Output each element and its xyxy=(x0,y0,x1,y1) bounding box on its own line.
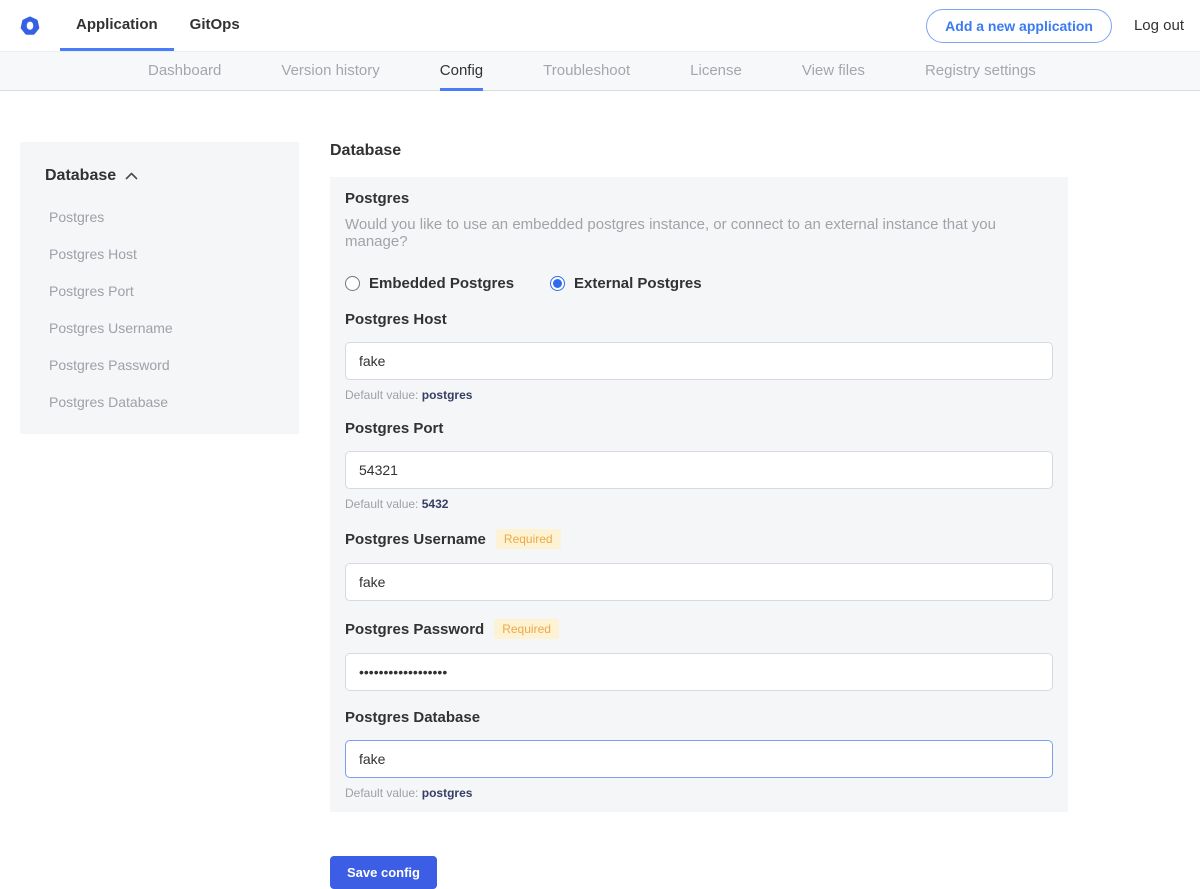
subnav-tab-dashboard[interactable]: Dashboard xyxy=(148,52,221,91)
subnav-tab-registry-settings[interactable]: Registry settings xyxy=(925,52,1036,91)
logout-link[interactable]: Log out xyxy=(1134,17,1184,34)
subnav-tab-dashboard-label: Dashboard xyxy=(148,62,221,79)
subnav-tab-view-files-label: View files xyxy=(802,62,865,79)
radio-external-postgres-label: External Postgres xyxy=(574,275,702,292)
sidebar-group-database-label: Database xyxy=(45,167,116,185)
chevron-up-icon xyxy=(125,172,138,180)
subnav-tab-view-files[interactable]: View files xyxy=(802,52,865,91)
postgres-port-input[interactable] xyxy=(345,451,1053,489)
subnav-tab-license-label: License xyxy=(690,62,742,79)
sidebar-item-postgres-username[interactable]: Postgres Username xyxy=(49,320,289,336)
radio-embedded-postgres[interactable]: Embedded Postgres xyxy=(345,275,514,292)
postgres-host-default-hint: Default value: postgres xyxy=(345,388,1053,402)
postgres-username-input[interactable] xyxy=(345,563,1053,601)
default-prefix: Default value: xyxy=(345,497,418,511)
tab-gitops[interactable]: GitOps xyxy=(174,0,256,51)
subnav-tab-troubleshoot-label: Troubleshoot xyxy=(543,62,630,79)
database-config-card: Postgres Would you like to use an embedd… xyxy=(330,177,1068,812)
radio-embedded-postgres-input[interactable] xyxy=(345,276,360,291)
required-badge: Required xyxy=(496,529,561,549)
radio-external-postgres-input[interactable] xyxy=(550,276,565,291)
postgres-username-label: Postgres Username xyxy=(345,531,486,548)
sidebar-item-list: Postgres Postgres Host Postgres Port Pos… xyxy=(45,209,289,410)
postgres-password-input[interactable] xyxy=(345,653,1053,691)
postgres-host-input[interactable] xyxy=(345,342,1053,380)
postgres-password-label: Postgres Password xyxy=(345,621,484,638)
default-value: postgres xyxy=(422,388,473,402)
sidebar-item-postgres-port[interactable]: Postgres Port xyxy=(49,283,289,299)
subnav-tab-version-history-label: Version history xyxy=(281,62,379,79)
default-prefix: Default value: xyxy=(345,388,418,402)
subnav-tab-version-history[interactable]: Version history xyxy=(281,52,379,91)
config-main: Database Postgres Would you like to use … xyxy=(330,142,1068,889)
subnav-tab-license[interactable]: License xyxy=(690,52,742,91)
subnav-tab-troubleshoot[interactable]: Troubleshoot xyxy=(543,52,630,91)
default-value: postgres xyxy=(422,786,473,800)
postgres-mode-radio-group: Embedded Postgres External Postgres xyxy=(345,275,1053,292)
radio-embedded-postgres-label: Embedded Postgres xyxy=(369,275,514,292)
default-value: 5432 xyxy=(422,497,449,511)
tab-gitops-label: GitOps xyxy=(190,16,240,33)
default-prefix: Default value: xyxy=(345,786,418,800)
required-badge: Required xyxy=(494,619,559,639)
sidebar-item-postgres[interactable]: Postgres xyxy=(49,209,289,225)
postgres-host-label: Postgres Host xyxy=(345,311,447,328)
postgres-database-label: Postgres Database xyxy=(345,709,480,726)
sidebar-item-postgres-password[interactable]: Postgres Password xyxy=(49,357,289,373)
subnav-tab-config[interactable]: Config xyxy=(440,52,483,91)
field-postgres-username: Postgres Username Required xyxy=(345,529,1053,601)
radio-external-postgres[interactable]: External Postgres xyxy=(550,275,702,292)
postgres-port-label: Postgres Port xyxy=(345,420,443,437)
subnav-tab-config-label: Config xyxy=(440,62,483,79)
postgres-group-label: Postgres xyxy=(345,190,1053,207)
field-postgres-host: Postgres Host Default value: postgres xyxy=(345,311,1053,402)
page-title: Database xyxy=(330,142,1068,160)
field-postgres-port: Postgres Port Default value: 5432 xyxy=(345,420,1053,511)
postgres-database-input[interactable] xyxy=(345,740,1053,778)
config-sidebar: Database Postgres Postgres Host Postgres… xyxy=(20,142,299,434)
postgres-port-default-hint: Default value: 5432 xyxy=(345,497,1053,511)
app-logo-icon xyxy=(19,15,41,37)
field-postgres-mode: Postgres Would you like to use an embedd… xyxy=(345,190,1053,292)
topnav-actions: Add a new application Log out xyxy=(926,0,1200,51)
sidebar-group-database[interactable]: Database xyxy=(45,167,289,185)
tab-application-label: Application xyxy=(76,16,158,33)
field-postgres-database: Postgres Database Default value: postgre… xyxy=(345,709,1053,800)
app-sub-nav: Dashboard Version history Config Trouble… xyxy=(0,51,1200,91)
sidebar-item-postgres-host[interactable]: Postgres Host xyxy=(49,246,289,262)
postgres-group-description: Would you like to use an embedded postgr… xyxy=(345,216,1053,250)
field-postgres-password: Postgres Password Required xyxy=(345,619,1053,691)
app-logo[interactable] xyxy=(0,0,60,51)
tab-application[interactable]: Application xyxy=(60,0,174,51)
add-new-application-button[interactable]: Add a new application xyxy=(926,9,1112,43)
postgres-database-default-hint: Default value: postgres xyxy=(345,786,1053,800)
topnav-tabs: Application GitOps xyxy=(60,0,256,51)
subnav-tab-registry-settings-label: Registry settings xyxy=(925,62,1036,79)
save-config-button[interactable]: Save config xyxy=(330,856,437,889)
sidebar-item-postgres-database[interactable]: Postgres Database xyxy=(49,394,289,410)
top-nav: Application GitOps Add a new application… xyxy=(0,0,1200,51)
config-page: Database Postgres Postgres Host Postgres… xyxy=(0,91,1200,889)
